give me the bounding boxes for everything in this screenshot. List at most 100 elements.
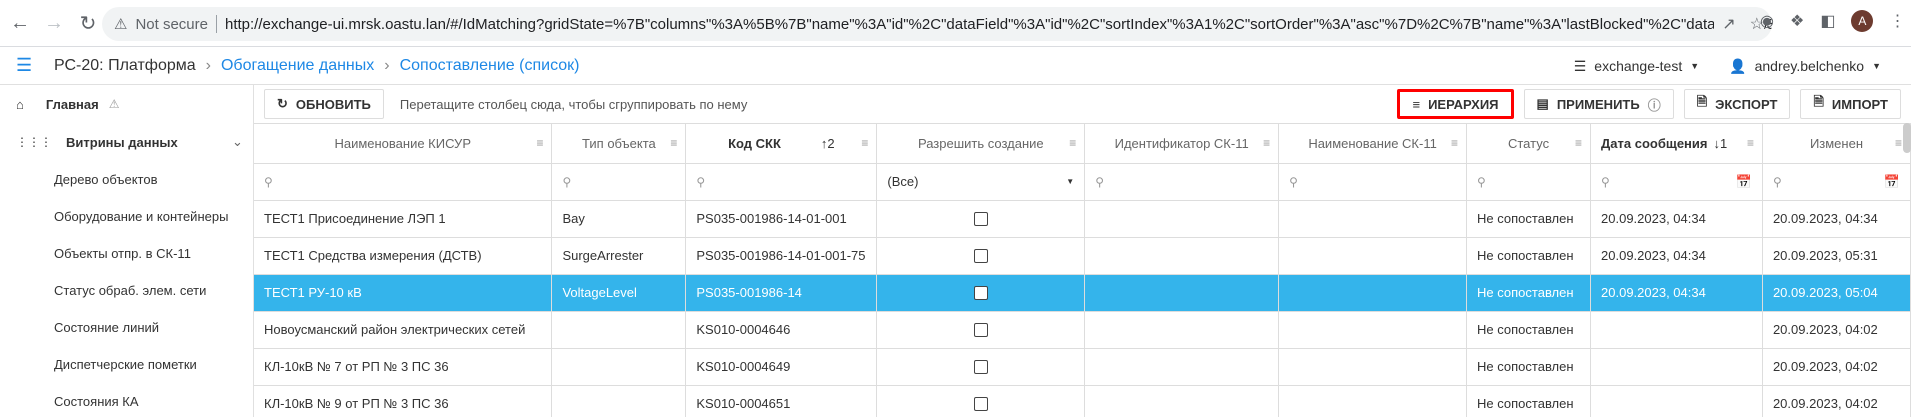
- apply-button[interactable]: ▤ ПРИМЕНИТЬ ⓘ: [1523, 89, 1674, 119]
- back-icon[interactable]: ←: [6, 9, 34, 37]
- column-label: Дата сообщения: [1601, 135, 1708, 151]
- cell-skk-code: KS010-0004649: [685, 348, 878, 386]
- filter-icon[interactable]: ≡: [1263, 136, 1270, 150]
- column-header-skk-code[interactable]: Код СКК ↑2 ≡: [685, 124, 878, 164]
- cell-sk11-id: [1084, 348, 1280, 386]
- sidebar-item-object-tree[interactable]: Дерево объектов: [0, 161, 253, 198]
- app-title: РС-20: Платформа: [54, 56, 196, 74]
- user-icon: 👤: [1729, 57, 1747, 74]
- extension-globe-icon[interactable]: ◉: [1760, 11, 1774, 31]
- filter-icon[interactable]: ≡: [1575, 136, 1582, 150]
- filter-cell[interactable]: ⚲: [551, 163, 687, 201]
- sidebar-item-line-state[interactable]: Состояние линий: [0, 309, 253, 346]
- menu-icon[interactable]: ☰: [16, 55, 36, 76]
- environment-label: exchange-test: [1594, 58, 1683, 74]
- home-icon: ⌂: [16, 96, 24, 112]
- sidebar-item-sent-objects[interactable]: Объекты отпр. в СК-11: [0, 235, 253, 272]
- column-label: Статус: [1507, 135, 1550, 151]
- filter-cell[interactable]: ⚲: [1466, 163, 1592, 201]
- cell-sk11-name: [1278, 237, 1468, 275]
- refresh-button[interactable]: ↻ ОБНОВИТЬ: [264, 89, 384, 119]
- extensions-puzzle-icon[interactable]: ❖: [1790, 11, 1804, 31]
- cell-changed: 20.09.2023, 04:02: [1762, 348, 1911, 386]
- select-value: (Все): [887, 174, 919, 189]
- refresh-icon: ↻: [277, 96, 288, 111]
- database-icon: ☰: [1573, 57, 1587, 74]
- info-icon: ⓘ: [1647, 97, 1661, 113]
- sidebar-item-label: Главная: [45, 96, 99, 112]
- profile-avatar[interactable]: A: [1851, 10, 1874, 32]
- forward-icon[interactable]: →: [40, 9, 68, 37]
- allow-create-checkbox[interactable]: [973, 212, 988, 227]
- table-row[interactable]: Новоусманский район электрических сетей …: [254, 311, 1911, 349]
- filter-icon[interactable]: ≡: [1069, 136, 1076, 150]
- filter-icon[interactable]: ≡: [536, 136, 543, 150]
- allow-create-checkbox[interactable]: [973, 360, 988, 375]
- filter-cell[interactable]: ⚲ 📅: [1590, 163, 1763, 201]
- filter-icon[interactable]: ≡: [861, 136, 868, 150]
- breadcrumb-matching-list[interactable]: Сопоставление (список): [400, 57, 580, 75]
- table-row-selected[interactable]: ТЕСТ1 РУ-10 кВ VoltageLevel PS035-001986…: [254, 274, 1911, 312]
- sidebar-section-data-marts[interactable]: ⋮⋮⋮ Витрины данных ⌄: [0, 123, 253, 161]
- sidebar-item-switch-states[interactable]: Состояния КА: [0, 383, 253, 417]
- data-grid: Наименование КИСУР ≡ Тип объекта ≡ Код СКК…: [254, 123, 1911, 417]
- address-bar[interactable]: ⚠ Not secure http://exchange-ui.mrsk.oas…: [102, 7, 1772, 41]
- cell-status: Не сопоставлен: [1466, 311, 1592, 349]
- vertical-scrollbar[interactable]: [1903, 123, 1911, 153]
- filter-icon[interactable]: ≡: [1451, 136, 1458, 150]
- security-label: Not secure: [135, 15, 208, 33]
- hierarchy-button[interactable]: ≡ ИЕРАРХИЯ: [1397, 89, 1514, 119]
- header-row: Наименование КИСУР ≡ Тип объекта ≡ Код СКК…: [254, 124, 1911, 164]
- filter-icon[interactable]: ≡: [1747, 136, 1754, 150]
- cell-message-date: [1590, 385, 1763, 417]
- cell-object-type: [551, 311, 687, 349]
- export-button[interactable]: 🗎 ЭКСПОРТ: [1683, 89, 1791, 119]
- column-header-sk11-name[interactable]: Наименование СК-11 ≡: [1278, 124, 1468, 164]
- reload-icon[interactable]: ↻: [74, 9, 102, 37]
- environment-selector[interactable]: ☰ exchange-test ▼: [1574, 58, 1699, 75]
- table-row[interactable]: КЛ-10кВ № 9 от РП № 3 ПС 36 KS010-000465…: [254, 385, 1911, 417]
- column-header-kisur-name[interactable]: Наименование КИСУР ≡: [254, 124, 553, 164]
- cell-sk11-id: [1084, 237, 1280, 275]
- filter-icon[interactable]: ≡: [1895, 136, 1902, 150]
- allow-create-filter-select[interactable]: (Все) ▼: [876, 163, 1086, 201]
- sidebar-item-equipment[interactable]: Оборудование и контейнеры: [0, 198, 253, 235]
- breadcrumb-enrichment[interactable]: Обогащение данных: [221, 57, 374, 75]
- column-header-allow-create[interactable]: Разрешить создание ≡: [876, 124, 1086, 164]
- filter-cell[interactable]: ⚲: [1278, 163, 1468, 201]
- browser-menu-icon[interactable]: ⋮: [1889, 11, 1905, 31]
- filter-cell[interactable]: ⚲: [685, 163, 878, 201]
- allow-create-checkbox[interactable]: [973, 323, 988, 338]
- table-row[interactable]: КЛ-10кВ № 7 от РП № 3 ПС 36 KS010-000464…: [254, 348, 1911, 386]
- browser-toolbar: ← → ↻ ⚠ Not secure http://exchange-ui.mr…: [0, 0, 1911, 47]
- column-header-object-type[interactable]: Тип объекта ≡: [551, 124, 687, 164]
- caret-down-icon: ▼: [1872, 61, 1881, 71]
- share-icon[interactable]: ↗: [1722, 14, 1735, 34]
- sidebar-item-home[interactable]: ⌂ Главная ⚠: [0, 85, 253, 123]
- filter-cell[interactable]: ⚲: [1084, 163, 1280, 201]
- sidebar-item-network-status[interactable]: Статус обраб. элем. сети: [0, 272, 253, 309]
- table-row[interactable]: ТЕСТ1 Средства измерения (ДСТВ) SurgeArr…: [254, 237, 1911, 275]
- table-row[interactable]: ТЕСТ1 Присоединение ЛЭП 1 Bay PS035-0019…: [254, 200, 1911, 238]
- column-header-message-date[interactable]: Дата сообщения ↓1 ≡: [1590, 124, 1763, 164]
- sort-indicator: ↑2: [820, 135, 835, 151]
- cell-skk-code: PS035-001986-14: [685, 274, 878, 312]
- import-button[interactable]: 🗎 ИМПОРТ: [1800, 89, 1901, 119]
- column-header-status[interactable]: Статус ≡: [1466, 124, 1592, 164]
- side-panel-icon[interactable]: ◧: [1820, 11, 1835, 31]
- allow-create-checkbox[interactable]: [973, 397, 988, 412]
- filter-cell[interactable]: ⚲: [254, 163, 553, 201]
- user-menu[interactable]: 👤 andrey.belchenko ▼: [1729, 58, 1881, 75]
- calendar-icon[interactable]: 📅: [1884, 174, 1900, 190]
- cell-sk11-name: [1278, 385, 1468, 417]
- column-header-changed[interactable]: Изменен ≡: [1762, 124, 1911, 164]
- column-header-sk11-id[interactable]: Идентификатор СК-11 ≡: [1084, 124, 1280, 164]
- sidebar-item-dispatch-notes[interactable]: Диспетчерские пометки: [0, 346, 253, 383]
- allow-create-checkbox[interactable]: [973, 286, 988, 301]
- filter-icon[interactable]: ≡: [670, 136, 677, 150]
- cell-message-date: 20.09.2023, 04:34: [1590, 274, 1763, 312]
- filter-cell[interactable]: ⚲ 📅: [1762, 163, 1911, 201]
- url-text[interactable]: http://exchange-ui.mrsk.oastu.lan/#/IdMa…: [225, 16, 1772, 33]
- allow-create-checkbox[interactable]: [973, 249, 988, 264]
- calendar-icon[interactable]: 📅: [1736, 174, 1752, 190]
